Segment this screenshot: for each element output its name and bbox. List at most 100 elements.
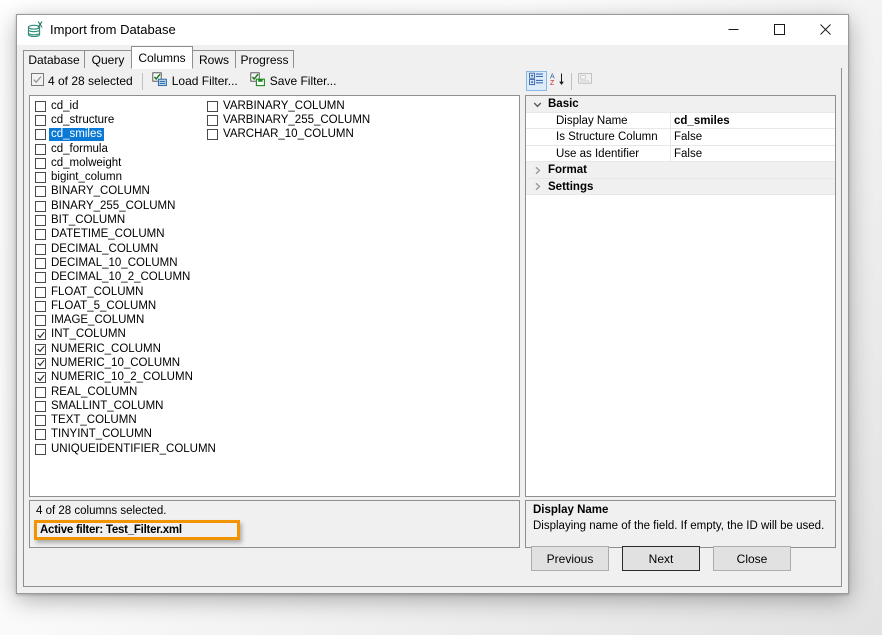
property-row[interactable]: Use as IdentifierFalse (526, 146, 835, 163)
property-category-row[interactable]: Settings (526, 179, 835, 196)
unchecked-checkbox-icon[interactable] (35, 186, 46, 197)
unchecked-checkbox-icon[interactable] (35, 129, 46, 140)
tab-query[interactable]: Query (84, 50, 132, 69)
property-value[interactable]: False (670, 131, 702, 143)
column-item-label: NUMERIC_10_COLUMN (51, 357, 180, 370)
chevron-right-icon[interactable] (526, 166, 548, 175)
sort-alphabetical-icon: A Z (550, 72, 565, 91)
unchecked-checkbox-icon[interactable] (35, 201, 46, 212)
column-item-label: FLOAT_5_COLUMN (51, 300, 156, 313)
unchecked-checkbox-icon[interactable] (35, 258, 46, 269)
minimize-button[interactable] (710, 15, 756, 44)
column-item-label: TEXT_COLUMN (51, 414, 137, 427)
toolbar-separator (142, 73, 143, 90)
property-pages-button[interactable] (575, 71, 596, 91)
unchecked-checkbox-icon[interactable] (207, 115, 218, 126)
tab-columns[interactable]: Columns (131, 46, 193, 69)
previous-button[interactable]: Previous (531, 546, 609, 571)
column-item-row[interactable]: INT_COLUMN (35, 328, 216, 342)
column-item-row[interactable]: BIT_COLUMN (35, 213, 216, 227)
column-item-row[interactable]: cd_formula (35, 142, 216, 156)
checked-checkbox-icon[interactable] (35, 329, 46, 340)
columns-list[interactable]: cd_idcd_structurecd_smilescd_formulacd_m… (29, 95, 520, 497)
column-item-row[interactable]: DECIMAL_10_COLUMN (35, 256, 216, 270)
close-button[interactable] (802, 15, 848, 44)
property-value[interactable]: cd_smiles (670, 115, 730, 127)
column-item-row[interactable]: SMALLINT_COLUMN (35, 399, 216, 413)
load-filter-label: Load Filter... (172, 74, 238, 88)
unchecked-checkbox-icon[interactable] (35, 387, 46, 398)
unchecked-checkbox-icon[interactable] (35, 172, 46, 183)
select-all-toggle[interactable]: 4 of 28 selected (25, 70, 139, 92)
column-item-row[interactable]: IMAGE_COLUMN (35, 313, 216, 327)
chevron-right-icon[interactable] (526, 182, 548, 191)
property-category-row[interactable]: Format (526, 162, 835, 179)
column-item-row[interactable]: DATETIME_COLUMN (35, 228, 216, 242)
sort-alphabetical-button[interactable]: A Z (547, 71, 568, 91)
load-filter-button[interactable]: Load Filter... (146, 70, 244, 92)
column-item-row[interactable]: TEXT_COLUMN (35, 414, 216, 428)
column-item-row[interactable]: VARBINARY_COLUMN (207, 99, 370, 113)
unchecked-checkbox-icon[interactable] (207, 101, 218, 112)
column-item-row[interactable]: cd_id (35, 99, 216, 113)
next-button[interactable]: Next (622, 546, 700, 571)
column-item-label: BINARY_COLUMN (51, 185, 150, 198)
checked-checkbox-icon[interactable] (35, 358, 46, 369)
column-item-label: BINARY_255_COLUMN (51, 200, 175, 213)
checked-checkbox-icon[interactable] (35, 372, 46, 383)
checked-checkbox-icon[interactable] (35, 344, 46, 355)
unchecked-checkbox-icon[interactable] (35, 158, 46, 169)
tab-database[interactable]: Database (23, 50, 85, 69)
close-dialog-button[interactable]: Close (713, 546, 791, 571)
column-item-label: NUMERIC_10_2_COLUMN (51, 371, 193, 384)
unchecked-checkbox-icon[interactable] (35, 315, 46, 326)
unchecked-checkbox-icon[interactable] (35, 429, 46, 440)
unchecked-checkbox-icon[interactable] (35, 101, 46, 112)
column-item-row[interactable]: REAL_COLUMN (35, 385, 216, 399)
column-item-row[interactable]: cd_smiles (35, 128, 216, 142)
column-item-row[interactable]: NUMERIC_10_2_COLUMN (35, 371, 216, 385)
unchecked-checkbox-icon[interactable] (35, 415, 46, 426)
column-item-row[interactable]: BINARY_255_COLUMN (35, 199, 216, 213)
columns-list-column-1: cd_idcd_structurecd_smilescd_formulacd_m… (35, 99, 216, 456)
column-item-row[interactable]: cd_structure (35, 113, 216, 127)
column-item-row[interactable]: VARCHAR_10_COLUMN (207, 128, 370, 142)
unchecked-checkbox-icon[interactable] (35, 444, 46, 455)
column-item-row[interactable]: cd_molweight (35, 156, 216, 170)
column-item-label: cd_structure (51, 114, 114, 127)
column-item-row[interactable]: VARBINARY_255_COLUMN (207, 113, 370, 127)
maximize-button[interactable] (756, 15, 802, 44)
column-item-row[interactable]: TINYINT_COLUMN (35, 428, 216, 442)
column-item-row[interactable]: UNIQUEIDENTIFIER_COLUMN (35, 442, 216, 456)
save-filter-button[interactable]: Save Filter... (244, 70, 343, 92)
unchecked-checkbox-icon[interactable] (35, 115, 46, 126)
property-row[interactable]: Is Structure ColumnFalse (526, 129, 835, 146)
property-value[interactable]: False (670, 148, 702, 160)
property-row[interactable]: Display Namecd_smiles (526, 113, 835, 130)
unchecked-checkbox-icon[interactable] (207, 129, 218, 140)
column-item-row[interactable]: BINARY_COLUMN (35, 185, 216, 199)
column-item-row[interactable]: DECIMAL_COLUMN (35, 242, 216, 256)
unchecked-checkbox-icon[interactable] (35, 144, 46, 155)
unchecked-checkbox-icon[interactable] (35, 272, 46, 283)
property-grid[interactable]: BasicDisplay Namecd_smilesIs Structure C… (525, 95, 836, 497)
column-item-row[interactable]: NUMERIC_10_COLUMN (35, 356, 216, 370)
tab-progress[interactable]: Progress (235, 50, 294, 69)
value-divider (670, 113, 671, 130)
import-from-database-window: X Import from Database Database Query Co… (16, 14, 849, 594)
unchecked-checkbox-icon[interactable] (35, 244, 46, 255)
property-category-row[interactable]: Basic (526, 96, 835, 113)
column-item-row[interactable]: DECIMAL_10_2_COLUMN (35, 271, 216, 285)
unchecked-checkbox-icon[interactable] (35, 215, 46, 226)
chevron-down-icon[interactable] (526, 100, 548, 109)
unchecked-checkbox-icon[interactable] (35, 401, 46, 412)
column-item-row[interactable]: FLOAT_COLUMN (35, 285, 216, 299)
unchecked-checkbox-icon[interactable] (35, 301, 46, 312)
unchecked-checkbox-icon[interactable] (35, 229, 46, 240)
categorized-view-button[interactable] (526, 71, 547, 91)
column-item-row[interactable]: FLOAT_5_COLUMN (35, 299, 216, 313)
tab-rows[interactable]: Rows (192, 50, 236, 69)
unchecked-checkbox-icon[interactable] (35, 287, 46, 298)
column-item-row[interactable]: bigint_column (35, 170, 216, 184)
column-item-row[interactable]: NUMERIC_COLUMN (35, 342, 216, 356)
